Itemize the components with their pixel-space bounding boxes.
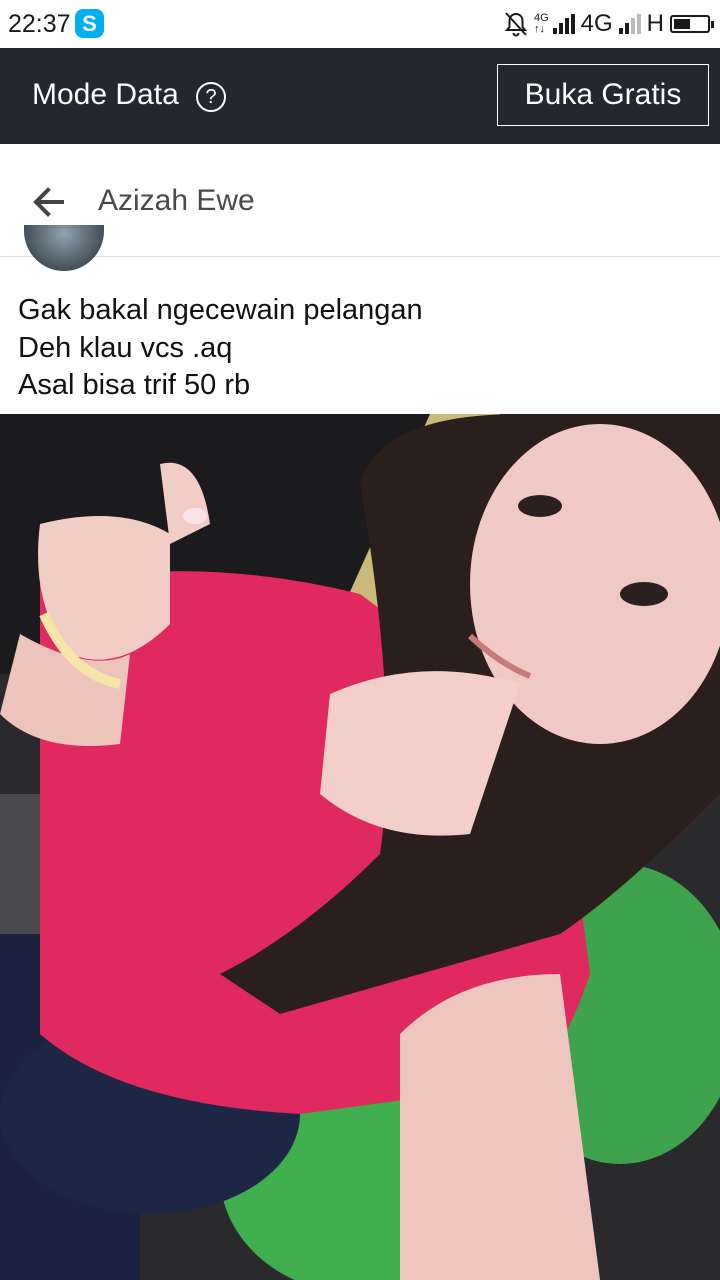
network-small-bottom: ↑↓ (533, 23, 545, 35)
post-line: Asal bisa trif 50 rb (18, 369, 251, 401)
battery-fill (674, 19, 690, 29)
mode-data-bar: Mode Data ? Buka Gratis (0, 48, 720, 144)
avatar[interactable] (24, 225, 104, 271)
post-line: Gak bakal ngecewain pelangan (18, 294, 423, 326)
arrow-left-icon[interactable] (28, 182, 68, 222)
signal-icon (552, 14, 575, 34)
battery-icon (670, 15, 714, 33)
mode-data-title: Mode Data (32, 78, 179, 111)
skype-icon: S (75, 9, 104, 38)
post-line: Deh klau vcs .aq (18, 331, 233, 364)
network-h: H (646, 10, 664, 37)
post-text: Gak bakal ngecewain pelangan Deh klau vc… (18, 292, 708, 405)
page-header: Azizah Ewe (0, 144, 720, 257)
signal-icon-2 (618, 14, 641, 34)
question-circle-icon[interactable]: ? (196, 82, 226, 112)
network-label: 4G (580, 10, 613, 37)
page-title: Azizah Ewe (98, 184, 255, 217)
post-photo[interactable] (0, 414, 720, 1280)
status-bar: 22:37 S 4G ↑↓ 4G H (0, 0, 720, 48)
status-indicators: 4G ↑↓ 4G H (504, 8, 714, 40)
photo-image (0, 414, 720, 1280)
network-type-small: 4G ↑↓ (534, 13, 549, 35)
status-time: 22:37 (8, 10, 71, 38)
bell-off-icon (504, 12, 528, 37)
open-free-button[interactable]: Buka Gratis (497, 64, 709, 126)
